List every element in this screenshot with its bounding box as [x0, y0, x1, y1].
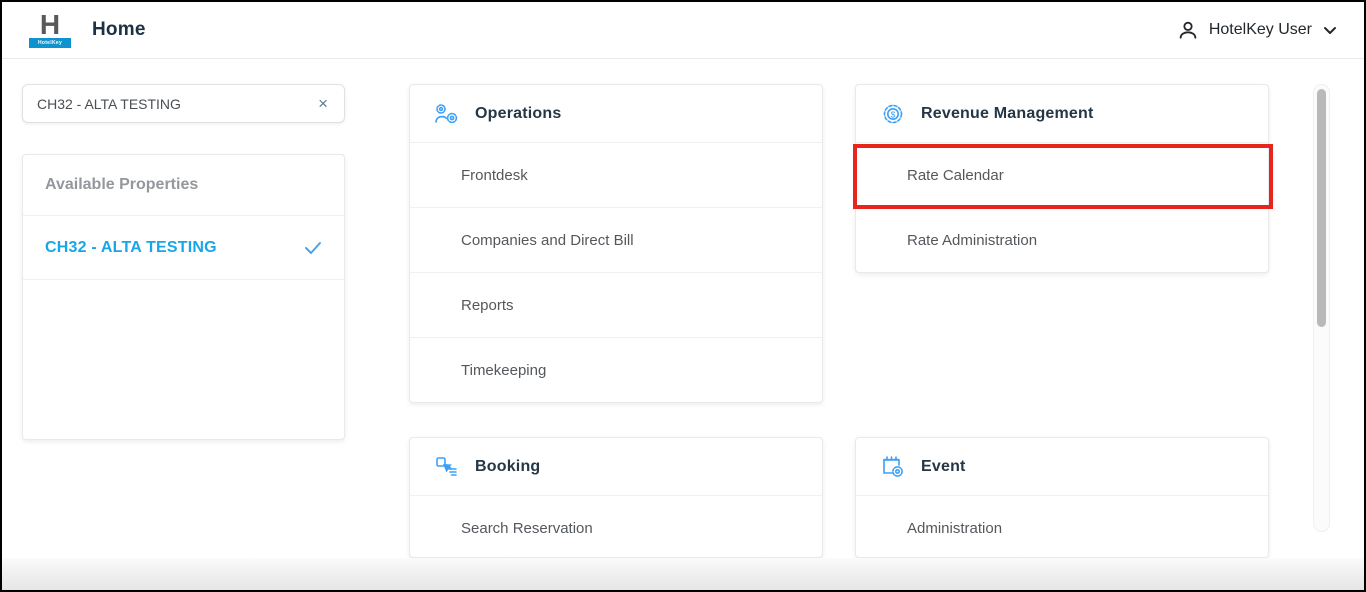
available-properties-title: Available Properties: [23, 155, 344, 216]
booking-title: Booking: [475, 458, 540, 476]
page-title: Home: [92, 19, 146, 41]
operations-header: Operations: [410, 85, 822, 142]
event-header: Event: [856, 438, 1268, 495]
menu-item-timekeeping[interactable]: Timekeeping: [410, 337, 822, 402]
revenue-management-title: Revenue Management: [921, 105, 1094, 123]
vertical-scrollbar-track[interactable]: [1313, 84, 1330, 532]
booking-card: Booking Search Reservation: [409, 437, 823, 558]
menu-item-companies-direct-bill[interactable]: Companies and Direct Bill: [410, 207, 822, 272]
user-icon: [1177, 19, 1199, 41]
property-search-box: ×: [22, 84, 345, 123]
operations-title: Operations: [475, 105, 561, 123]
booking-hand-icon: [434, 455, 460, 479]
revenue-gear-dollar-icon: $: [880, 101, 906, 127]
topbar: H HotelKey Home HotelKey User: [2, 2, 1364, 59]
clear-search-icon[interactable]: ×: [316, 95, 330, 112]
property-search-input[interactable]: [37, 96, 316, 112]
selected-check-icon: [304, 241, 322, 255]
logo-letter: H: [40, 12, 60, 38]
chevron-down-icon: [1322, 22, 1338, 38]
operations-card: Operations Frontdesk Companies and Direc…: [409, 84, 823, 403]
booking-header: Booking: [410, 438, 822, 495]
menu-item-search-reservation[interactable]: Search Reservation: [410, 495, 822, 558]
user-name: HotelKey User: [1209, 21, 1312, 39]
bottom-window-edge: [2, 558, 1364, 590]
event-calendar-gear-icon: [880, 454, 906, 480]
operations-icon: [434, 102, 460, 126]
menu-item-event-administration[interactable]: Administration: [856, 495, 1268, 558]
available-properties-card: Available Properties CH32 - ALTA TESTING: [22, 154, 345, 440]
svg-text:$: $: [891, 109, 896, 119]
property-name: CH32 - ALTA TESTING: [45, 239, 217, 257]
menu-item-rate-calendar[interactable]: Rate Calendar: [856, 142, 1268, 207]
event-card: Event Administration: [855, 437, 1269, 558]
vertical-scrollbar-thumb[interactable]: [1317, 89, 1326, 327]
revenue-management-header: $ Revenue Management: [856, 85, 1268, 142]
app-window: H HotelKey Home HotelKey User × Availabl…: [0, 0, 1366, 592]
event-title: Event: [921, 458, 966, 476]
property-row-ch32[interactable]: CH32 - ALTA TESTING: [23, 216, 344, 280]
menu-item-frontdesk[interactable]: Frontdesk: [410, 142, 822, 207]
menu-item-reports[interactable]: Reports: [410, 272, 822, 337]
revenue-management-card: $ Revenue Management Rate Calendar Rate …: [855, 84, 1269, 273]
menu-item-rate-administration[interactable]: Rate Administration: [856, 207, 1268, 272]
logo-wordmark: HotelKey: [29, 38, 71, 48]
hotelkey-logo[interactable]: H HotelKey: [28, 12, 72, 48]
user-menu[interactable]: HotelKey User: [1177, 19, 1338, 41]
